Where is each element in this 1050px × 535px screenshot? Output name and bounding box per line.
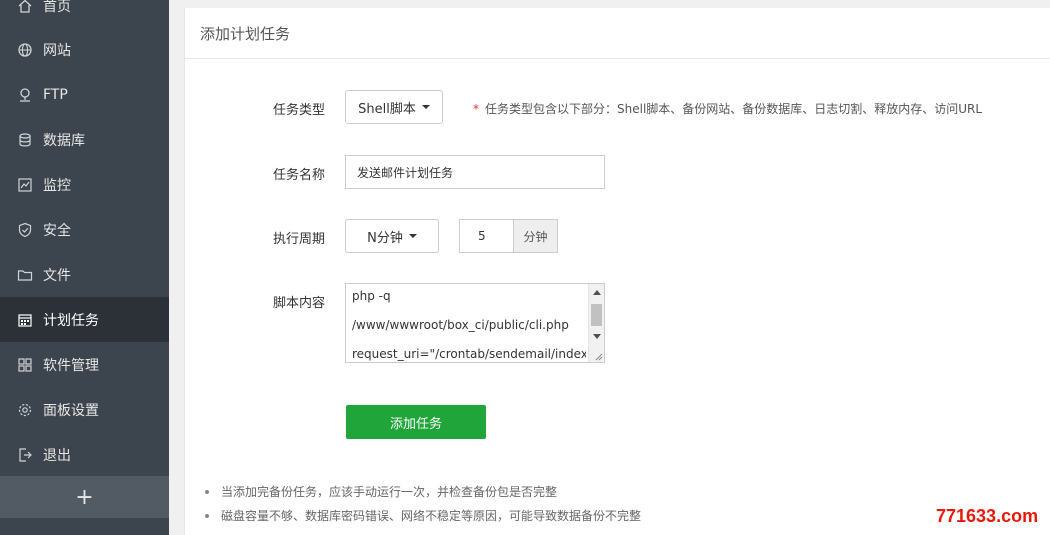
sidebar-item-label: 安全 bbox=[43, 222, 71, 239]
minutes-input[interactable]: 5 bbox=[459, 219, 515, 253]
tip-item: 磁盘容量不够、数据库密码错误、网络不稳定等原因，可能导致数据备份不完整 bbox=[205, 507, 641, 531]
sidebar-item-home[interactable]: 首页 bbox=[0, 0, 169, 28]
script-line: /www/wwwroot/box_ci/public/cli.php bbox=[352, 318, 569, 332]
grid-icon bbox=[17, 357, 33, 373]
task-name-input[interactable]: 发送邮件计划任务 bbox=[345, 155, 605, 189]
sidebar-item-security[interactable]: 安全 bbox=[0, 207, 169, 252]
sidebar-item-software[interactable]: 软件管理 bbox=[0, 342, 169, 387]
scroll-up-arrow-icon[interactable] bbox=[593, 290, 601, 295]
caret-down-icon bbox=[421, 105, 430, 109]
task-type-hint-text: 任务类型包含以下部分：Shell脚本、备份网站、备份数据库、日志切割、释放内存、… bbox=[485, 102, 983, 116]
sidebar-item-website[interactable]: 网站 bbox=[0, 27, 169, 72]
logout-icon bbox=[17, 447, 33, 463]
task-type-value: Shell脚本 bbox=[358, 101, 416, 117]
script-lines: php -q /www/wwwroot/box_ci/public/cli.ph… bbox=[352, 288, 586, 362]
minutes-value: 5 bbox=[478, 229, 486, 243]
scroll-down-arrow-icon[interactable] bbox=[593, 334, 601, 339]
monitor-icon bbox=[17, 177, 33, 193]
sidebar-item-label: 数据库 bbox=[43, 132, 85, 149]
sidebar-item-label: 监控 bbox=[43, 177, 71, 194]
calendar-icon bbox=[17, 312, 33, 328]
gear-icon bbox=[17, 402, 33, 418]
ftp-icon bbox=[17, 87, 33, 103]
task-name-label: 任务名称 bbox=[272, 168, 325, 183]
resize-grip-icon[interactable] bbox=[593, 351, 603, 361]
scroll-thumb[interactable] bbox=[591, 304, 602, 326]
database-icon bbox=[17, 132, 33, 148]
sidebar-item-ftp[interactable]: FTP bbox=[0, 72, 169, 117]
sidebar-item-label: 面板设置 bbox=[43, 402, 99, 419]
folder-icon bbox=[17, 267, 33, 283]
task-name-value: 发送邮件计划任务 bbox=[357, 165, 454, 180]
home-icon bbox=[17, 0, 33, 14]
caret-down-icon bbox=[408, 234, 417, 238]
sidebar-item-logout[interactable]: 退出 bbox=[0, 432, 169, 477]
tips-list: 当添加完备份任务，应该手动运行一次，并检查备份包是否完整 磁盘容量不够、数据库密… bbox=[205, 483, 641, 531]
cycle-label: 执行周期 bbox=[272, 232, 325, 247]
sidebar-item-settings[interactable]: 面板设置 bbox=[0, 387, 169, 432]
script-line: request_uri="/crontab/sendemail/index" bbox=[352, 347, 586, 361]
sidebar-item-cron[interactable]: 计划任务 bbox=[0, 297, 169, 342]
sidebar-item-label: 软件管理 bbox=[43, 357, 99, 374]
sidebar-item-label: 文件 bbox=[43, 267, 71, 284]
add-task-button[interactable]: 添加任务 bbox=[346, 405, 486, 439]
plus-icon: + bbox=[75, 484, 94, 510]
script-line: php -q bbox=[352, 289, 391, 303]
sidebar-item-label: 首页 bbox=[43, 0, 71, 15]
watermark-text: 771633.com bbox=[936, 506, 1039, 526]
sidebar-footer bbox=[0, 518, 169, 535]
sidebar-item-database[interactable]: 数据库 bbox=[0, 117, 169, 162]
sidebar-add-button[interactable]: + bbox=[0, 476, 169, 518]
cycle-dropdown[interactable]: N分钟 bbox=[345, 219, 439, 253]
shield-icon bbox=[17, 222, 33, 238]
sidebar: 首页 网站 FTP 数据库 监控 安全 文件 计划任务 软件管理 面板设置 退出… bbox=[0, 0, 169, 535]
sidebar-item-label: FTP bbox=[43, 86, 68, 103]
script-label: 脚本内容 bbox=[272, 296, 325, 311]
panel-title: 添加计划任务 bbox=[185, 8, 1050, 59]
sidebar-item-label: 计划任务 bbox=[43, 312, 99, 329]
tip-item: 当添加完备份任务，应该手动运行一次，并检查备份包是否完整 bbox=[205, 483, 641, 507]
task-type-label: 任务类型 bbox=[272, 103, 325, 118]
task-type-hint: * 任务类型包含以下部分：Shell脚本、备份网站、备份数据库、日志切割、释放内存… bbox=[473, 100, 982, 117]
sidebar-item-files[interactable]: 文件 bbox=[0, 252, 169, 297]
sidebar-item-monitor[interactable]: 监控 bbox=[0, 162, 169, 207]
minutes-unit-addon: 分钟 bbox=[513, 219, 558, 253]
globe-icon bbox=[17, 42, 33, 58]
script-textarea[interactable]: php -q /www/wwwroot/box_ci/public/cli.ph… bbox=[345, 283, 605, 363]
cycle-value: N分钟 bbox=[367, 230, 403, 246]
sidebar-item-label: 退出 bbox=[43, 447, 71, 464]
sidebar-item-label: 网站 bbox=[43, 42, 71, 59]
task-type-dropdown[interactable]: Shell脚本 bbox=[345, 90, 443, 124]
add-cron-panel: 添加计划任务 任务类型 Shell脚本 * 任务类型包含以下部分：Shell脚本、… bbox=[184, 8, 1050, 535]
required-star: * bbox=[473, 102, 479, 116]
